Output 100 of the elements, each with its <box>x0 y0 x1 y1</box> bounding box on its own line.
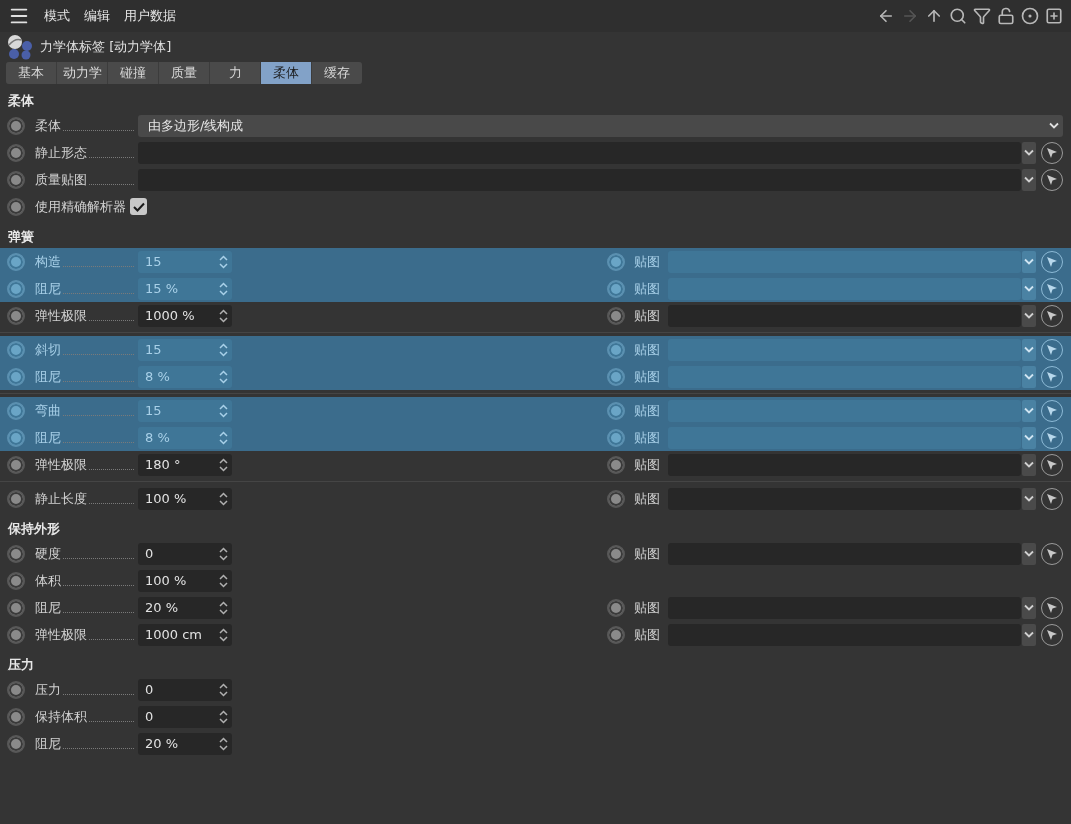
animate-radio[interactable] <box>7 279 25 298</box>
animate-radio[interactable] <box>7 116 25 135</box>
number-field[interactable]: 20 % <box>138 596 232 619</box>
animate-radio[interactable] <box>607 489 625 508</box>
spinner-arrows-icon <box>219 600 228 615</box>
animate-radio[interactable] <box>7 306 25 325</box>
link-field[interactable] <box>668 453 1021 476</box>
animate-radio[interactable] <box>7 544 25 563</box>
filter-icon[interactable] <box>973 7 991 25</box>
spinner-arrows-icon <box>219 627 228 642</box>
animate-radio[interactable] <box>607 340 625 359</box>
lock-icon[interactable] <box>997 7 1015 25</box>
dropdown-button[interactable] <box>1022 304 1036 327</box>
animate-radio[interactable] <box>7 455 25 474</box>
dropdown-field[interactable]: 由多边形/线构成 <box>138 114 1063 137</box>
number-field[interactable]: 0 <box>138 542 232 565</box>
number-field[interactable]: 0 <box>138 678 232 701</box>
tab[interactable]: 碰撞 <box>108 62 158 84</box>
dropdown-button[interactable] <box>1022 426 1036 449</box>
dropdown-button[interactable] <box>1022 542 1036 565</box>
link-field[interactable] <box>668 596 1021 619</box>
animate-radio[interactable] <box>7 367 25 386</box>
number-field[interactable]: 20 % <box>138 732 232 755</box>
dropdown-button[interactable] <box>1022 487 1036 510</box>
field-label: 贴图 <box>634 279 661 298</box>
animate-radio[interactable] <box>607 544 625 563</box>
animate-radio[interactable] <box>7 625 25 644</box>
cursor-icon <box>1046 458 1058 471</box>
animate-radio[interactable] <box>7 598 25 617</box>
tab[interactable]: 基本 <box>6 62 56 84</box>
field-label: 压力 <box>35 680 61 699</box>
add-icon[interactable] <box>1045 7 1063 25</box>
animate-radio[interactable] <box>607 367 625 386</box>
animate-radio[interactable] <box>607 455 625 474</box>
link-field[interactable] <box>138 141 1021 164</box>
animate-radio[interactable] <box>607 252 625 271</box>
tab[interactable]: 柔体 <box>261 62 311 84</box>
tab[interactable]: 动力学 <box>57 62 107 84</box>
animate-radio[interactable] <box>7 143 25 162</box>
animate-radio[interactable] <box>607 598 625 617</box>
cursor-icon <box>1046 547 1058 560</box>
menu-item[interactable]: 编辑 <box>84 7 110 25</box>
checkbox[interactable] <box>130 198 147 215</box>
cursor-icon <box>1046 404 1058 417</box>
dropdown-button[interactable] <box>1022 623 1036 646</box>
link-field[interactable] <box>138 168 1021 191</box>
animate-radio[interactable] <box>7 401 25 420</box>
animate-radio[interactable] <box>7 197 25 216</box>
field-label: 贴图 <box>634 252 661 271</box>
number-field[interactable]: 100 % <box>138 569 232 592</box>
animate-radio[interactable] <box>7 707 25 726</box>
tab[interactable]: 质量 <box>159 62 209 84</box>
object-title: 力学体标签 [动力学体] <box>40 38 172 56</box>
animate-radio[interactable] <box>607 306 625 325</box>
animate-radio[interactable] <box>607 428 625 447</box>
spinner-arrows-icon <box>219 308 228 323</box>
dropdown-button[interactable] <box>1022 277 1036 300</box>
animate-radio[interactable] <box>7 170 25 189</box>
field-label: 柔体 <box>35 116 61 135</box>
animate-radio[interactable] <box>7 571 25 590</box>
spinner-arrows-icon <box>219 254 228 269</box>
animate-radio[interactable] <box>607 279 625 298</box>
animate-radio[interactable] <box>607 625 625 644</box>
menu-item[interactable]: 模式 <box>44 7 70 25</box>
animate-radio[interactable] <box>7 252 25 271</box>
link-field[interactable] <box>668 542 1021 565</box>
number-field[interactable]: 1000 cm <box>138 623 232 646</box>
dropdown-button[interactable] <box>1022 338 1036 361</box>
menu-item[interactable]: 用户数据 <box>124 7 176 25</box>
cursor-icon <box>1046 173 1058 186</box>
dropdown-button[interactable] <box>1022 168 1036 191</box>
dropdown-button[interactable] <box>1022 250 1036 273</box>
field-label: 阻尼 <box>35 734 61 753</box>
number-field[interactable]: 100 % <box>138 487 232 510</box>
tab[interactable]: 缓存 <box>312 62 362 84</box>
field-label: 贴图 <box>634 625 661 644</box>
dropdown-button[interactable] <box>1022 399 1036 422</box>
dropdown-button[interactable] <box>1022 453 1036 476</box>
number-field[interactable]: 1000 % <box>138 304 232 327</box>
target-icon[interactable] <box>1021 7 1039 25</box>
dropdown-button[interactable] <box>1022 596 1036 619</box>
animate-radio[interactable] <box>607 401 625 420</box>
link-field[interactable] <box>668 304 1021 327</box>
link-field[interactable] <box>668 487 1021 510</box>
spinner-arrows-icon <box>219 491 228 506</box>
cursor-icon <box>1046 255 1058 268</box>
number-field[interactable]: 180 ° <box>138 453 232 476</box>
animate-radio[interactable] <box>7 489 25 508</box>
dropdown-button[interactable] <box>1022 365 1036 388</box>
field-label: 弹性极限 <box>35 625 87 644</box>
animate-radio[interactable] <box>7 680 25 699</box>
animate-radio[interactable] <box>7 340 25 359</box>
dropdown-button[interactable] <box>1022 141 1036 164</box>
link-field[interactable] <box>668 623 1021 646</box>
animate-radio[interactable] <box>7 734 25 753</box>
tab[interactable]: 力 <box>210 62 260 84</box>
field-label: 弯曲 <box>35 401 61 420</box>
number-field[interactable]: 0 <box>138 705 232 728</box>
animate-radio[interactable] <box>7 428 25 447</box>
search-icon[interactable] <box>949 7 967 25</box>
